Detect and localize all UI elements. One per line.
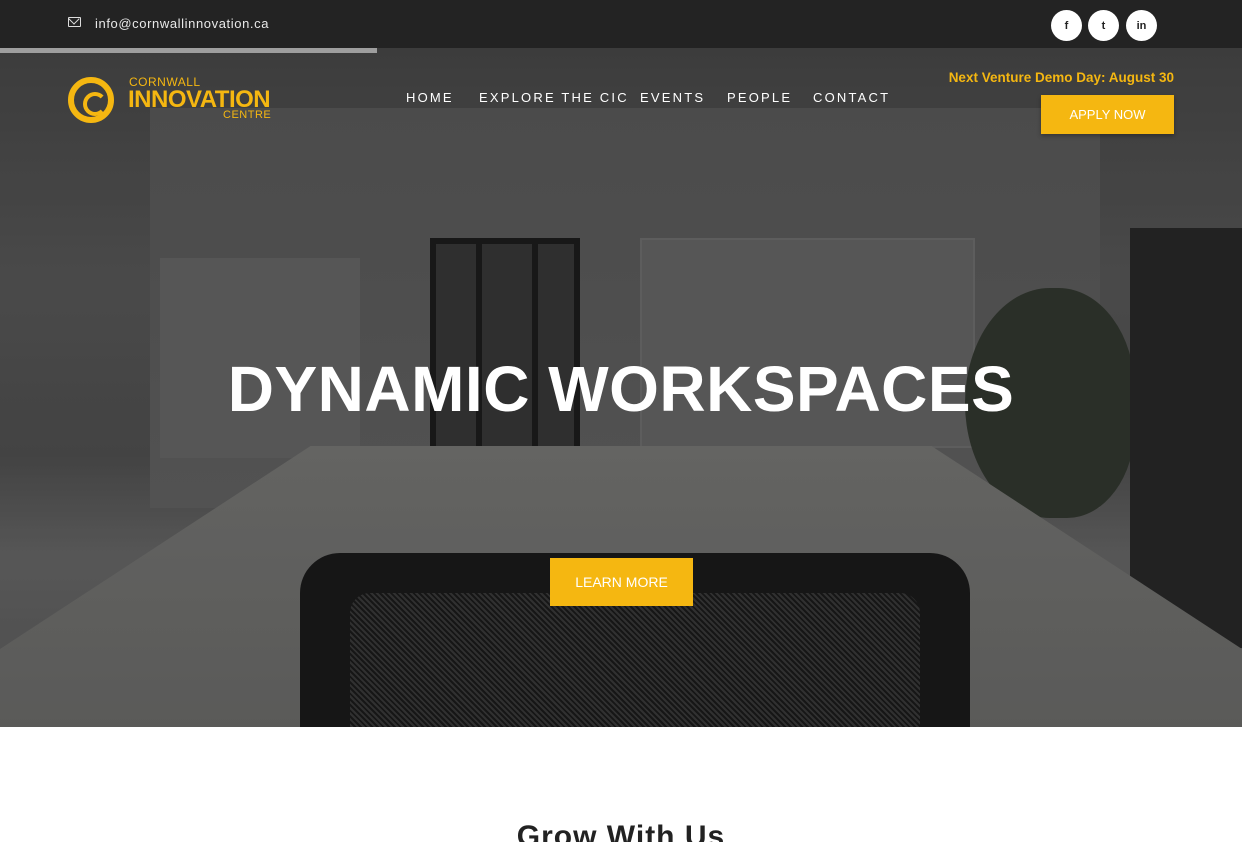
nav-item-people[interactable]: PEOPLE xyxy=(727,90,792,105)
nav-item-home[interactable]: HOME xyxy=(406,90,454,105)
envelope-icon xyxy=(68,17,81,27)
top-bar: info@cornwallinnovation.ca f t in xyxy=(0,0,1242,48)
contact-email-link[interactable]: info@cornwallinnovation.ca xyxy=(95,16,269,31)
logo-mark-icon xyxy=(68,77,114,123)
site-logo[interactable]: CORNWALL INNOVATION CENTRE xyxy=(68,75,278,125)
demo-day-notice: Next Venture Demo Day: August 30 xyxy=(948,70,1174,85)
page-load-progress-bar xyxy=(0,48,377,53)
hero-title: DYNAMIC WORKSPACES xyxy=(227,353,1015,425)
facebook-icon[interactable]: f xyxy=(1051,10,1082,41)
linkedin-icon[interactable]: in xyxy=(1126,10,1157,41)
nav-item-events[interactable]: EVENTS xyxy=(640,90,705,105)
logo-text-line3: CENTRE xyxy=(223,109,272,121)
nav-item-contact[interactable]: CONTACT xyxy=(813,90,890,105)
nav-item-explore[interactable]: EXPLORE THE CIC xyxy=(479,90,629,105)
twitter-icon[interactable]: t xyxy=(1088,10,1119,41)
learn-more-button[interactable]: LEARN MORE xyxy=(550,558,693,606)
section-title: Grow With Us xyxy=(516,820,726,842)
apply-now-button[interactable]: APPLY NOW xyxy=(1041,95,1174,134)
